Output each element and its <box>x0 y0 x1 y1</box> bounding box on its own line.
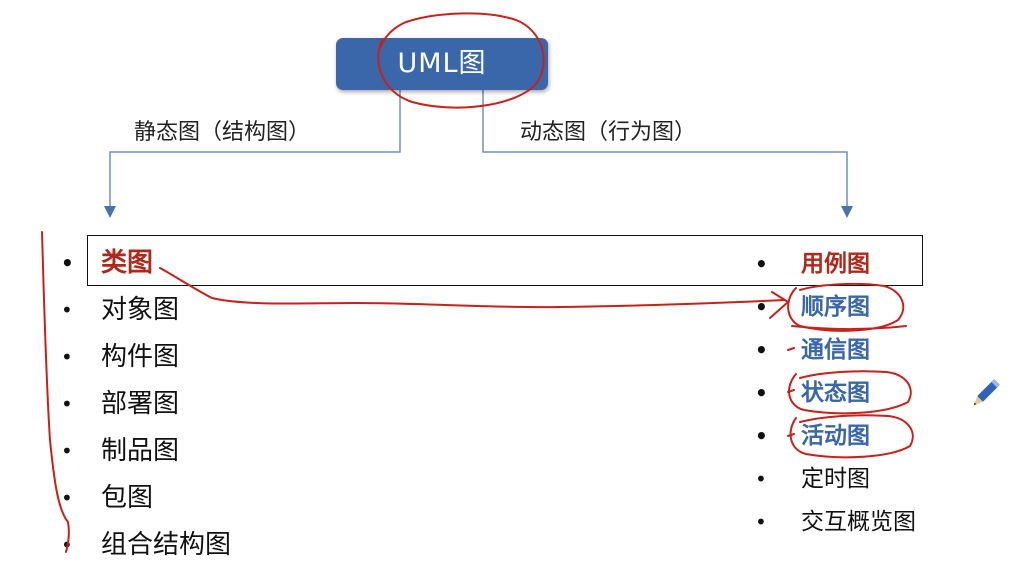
annotation-layer <box>41 12 914 553</box>
tick-communication <box>787 347 795 351</box>
link-arrow-stroke <box>159 267 786 309</box>
link-arrow-head <box>769 291 789 319</box>
left-margin-stroke <box>41 231 70 553</box>
circle-activity <box>789 414 914 459</box>
pencil-icon <box>973 379 1000 406</box>
uml-diagram-canvas: UML图 静态图（结构图） 动态图（行为图） • 类图 • 对象图 • 构件图 • 部署… <box>0 0 1034 586</box>
circle-state <box>788 370 912 415</box>
circle-sequence <box>787 282 905 332</box>
tick-activity <box>787 433 795 437</box>
root-annotation-circle <box>377 12 545 109</box>
